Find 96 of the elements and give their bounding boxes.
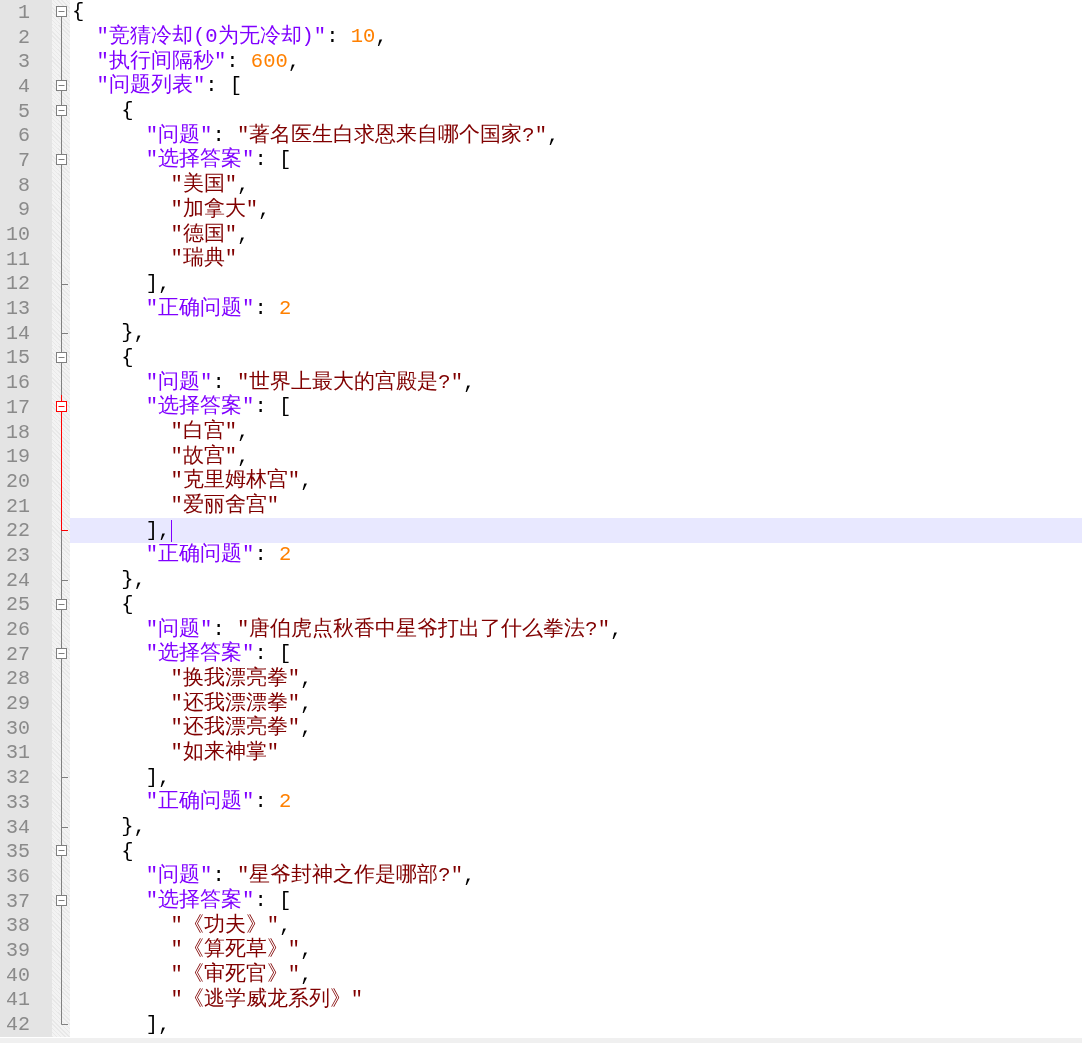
line-number: 31 xyxy=(6,740,30,766)
code-line: ], xyxy=(144,271,171,296)
fold-collapse-icon[interactable] xyxy=(56,598,67,610)
code-line: "选择答案": [ xyxy=(144,395,292,419)
line-number: 12 xyxy=(6,271,30,297)
code-line: "克里姆林宫", xyxy=(169,469,313,493)
code-line: }, xyxy=(120,568,146,593)
code-line: "换我漂亮拳", xyxy=(169,666,313,691)
line-number: 1 xyxy=(18,0,30,25)
line-number: 41 xyxy=(6,987,30,1013)
line-number: 42 xyxy=(6,1012,30,1038)
line-number: 27 xyxy=(6,641,30,667)
code-line: ], xyxy=(144,765,171,790)
fold-collapse-icon[interactable] xyxy=(56,845,67,857)
code-line: "执行间隔秒": 600, xyxy=(95,49,301,73)
code-line: { xyxy=(120,99,134,124)
line-number: 36 xyxy=(6,863,30,889)
line-number: 33 xyxy=(6,789,30,815)
code-line: "选择答案": [ xyxy=(144,642,292,666)
code-line: "竞猜冷却(0为无冷却)": 10, xyxy=(95,25,388,49)
code-line: "问题": "星爷封神之作是哪部?", xyxy=(144,864,476,888)
code-line: "《逃学威龙系列》" xyxy=(169,987,364,1012)
fold-collapse-icon[interactable] xyxy=(56,104,67,116)
line-number: 26 xyxy=(6,617,30,643)
line-number: 11 xyxy=(6,246,30,272)
line-number: 23 xyxy=(6,542,30,568)
code-line: "爱丽舍宫" xyxy=(169,494,280,519)
code-line: "如来神掌" xyxy=(169,740,280,765)
line-number: 8 xyxy=(18,172,30,198)
line-number: 25 xyxy=(6,592,30,618)
line-number: 34 xyxy=(6,814,30,840)
code-line: "问题列表": [ xyxy=(95,74,243,99)
fold-collapse-icon[interactable] xyxy=(56,351,67,363)
line-number: 16 xyxy=(6,370,30,396)
code-line: "选择答案": [ xyxy=(144,889,292,913)
line-number: 14 xyxy=(6,320,30,346)
fold-collapse-icon[interactable] xyxy=(56,894,67,906)
fold-collapse-icon[interactable] xyxy=(56,401,67,412)
line-number: 18 xyxy=(6,419,30,445)
code-line: ], xyxy=(144,518,171,543)
code-line: }, xyxy=(120,815,146,840)
line-number: 7 xyxy=(18,147,30,173)
line-number: 40 xyxy=(6,962,30,988)
fold-collapse-icon[interactable] xyxy=(56,154,67,166)
fold-collapse-icon[interactable] xyxy=(56,80,67,92)
code-line: }, xyxy=(120,321,146,346)
code-line: "《审死官》", xyxy=(169,963,313,987)
code-line: "加拿大", xyxy=(169,197,271,222)
line-number: 32 xyxy=(6,765,30,791)
fold-collapse-icon[interactable] xyxy=(56,647,67,659)
line-number: 22 xyxy=(6,518,30,544)
code-line: "白宫", xyxy=(169,420,250,444)
line-number: 28 xyxy=(6,666,30,692)
line-number: 5 xyxy=(18,98,30,124)
text-cursor xyxy=(171,519,173,542)
code-line: "问题": "唐伯虎点秋香中星爷打出了什么拳法?", xyxy=(144,617,623,641)
code-line: "问题": "世界上最大的宫殿是?", xyxy=(144,370,476,394)
line-number: 2 xyxy=(18,24,30,50)
line-number: 21 xyxy=(6,493,30,519)
code-line: { xyxy=(120,345,134,370)
line-number: 19 xyxy=(6,444,30,470)
code-line: "德国", xyxy=(169,222,250,246)
code-line: { xyxy=(120,592,134,617)
line-number: 24 xyxy=(6,567,30,593)
line-number: 39 xyxy=(6,937,30,963)
code-line: "故宫", xyxy=(169,444,250,468)
line-number: 29 xyxy=(6,691,30,717)
line-number: 15 xyxy=(6,345,30,371)
code-line: "瑞典" xyxy=(169,247,238,272)
code-line: "美国", xyxy=(169,173,250,197)
code-line: "《功夫》", xyxy=(169,913,292,937)
line-number: 6 xyxy=(18,123,30,149)
line-number: 20 xyxy=(6,468,30,494)
line-number: 17 xyxy=(6,394,30,420)
line-number: 38 xyxy=(6,913,30,939)
line-number: 13 xyxy=(6,296,30,322)
line-number: 35 xyxy=(6,839,30,865)
code-line: "还我漂亮拳", xyxy=(169,716,313,740)
code-line: "正确问题": 2 xyxy=(144,543,292,568)
code-line: "正确问题": 2 xyxy=(144,790,292,815)
code-line: "选择答案": [ xyxy=(144,148,292,172)
line-number: 3 xyxy=(18,49,30,75)
code-line: { xyxy=(120,839,134,864)
horizontal-scrollbar[interactable] xyxy=(0,1038,1082,1043)
code-line: { xyxy=(72,0,85,25)
fold-collapse-icon[interactable] xyxy=(56,6,67,17)
code-line: "问题": "著名医生白求恩来自哪个国家?", xyxy=(144,123,560,147)
code-line: "还我漂漂拳", xyxy=(169,691,313,715)
code-line: ], xyxy=(144,1012,171,1037)
line-number: 30 xyxy=(6,715,30,741)
line-number: 37 xyxy=(6,888,30,914)
line-number: 10 xyxy=(6,222,30,248)
line-number: 4 xyxy=(18,73,30,99)
code-line: "正确问题": 2 xyxy=(144,296,292,321)
code-line: "《算死草》", xyxy=(169,938,313,962)
line-number: 9 xyxy=(18,197,30,223)
